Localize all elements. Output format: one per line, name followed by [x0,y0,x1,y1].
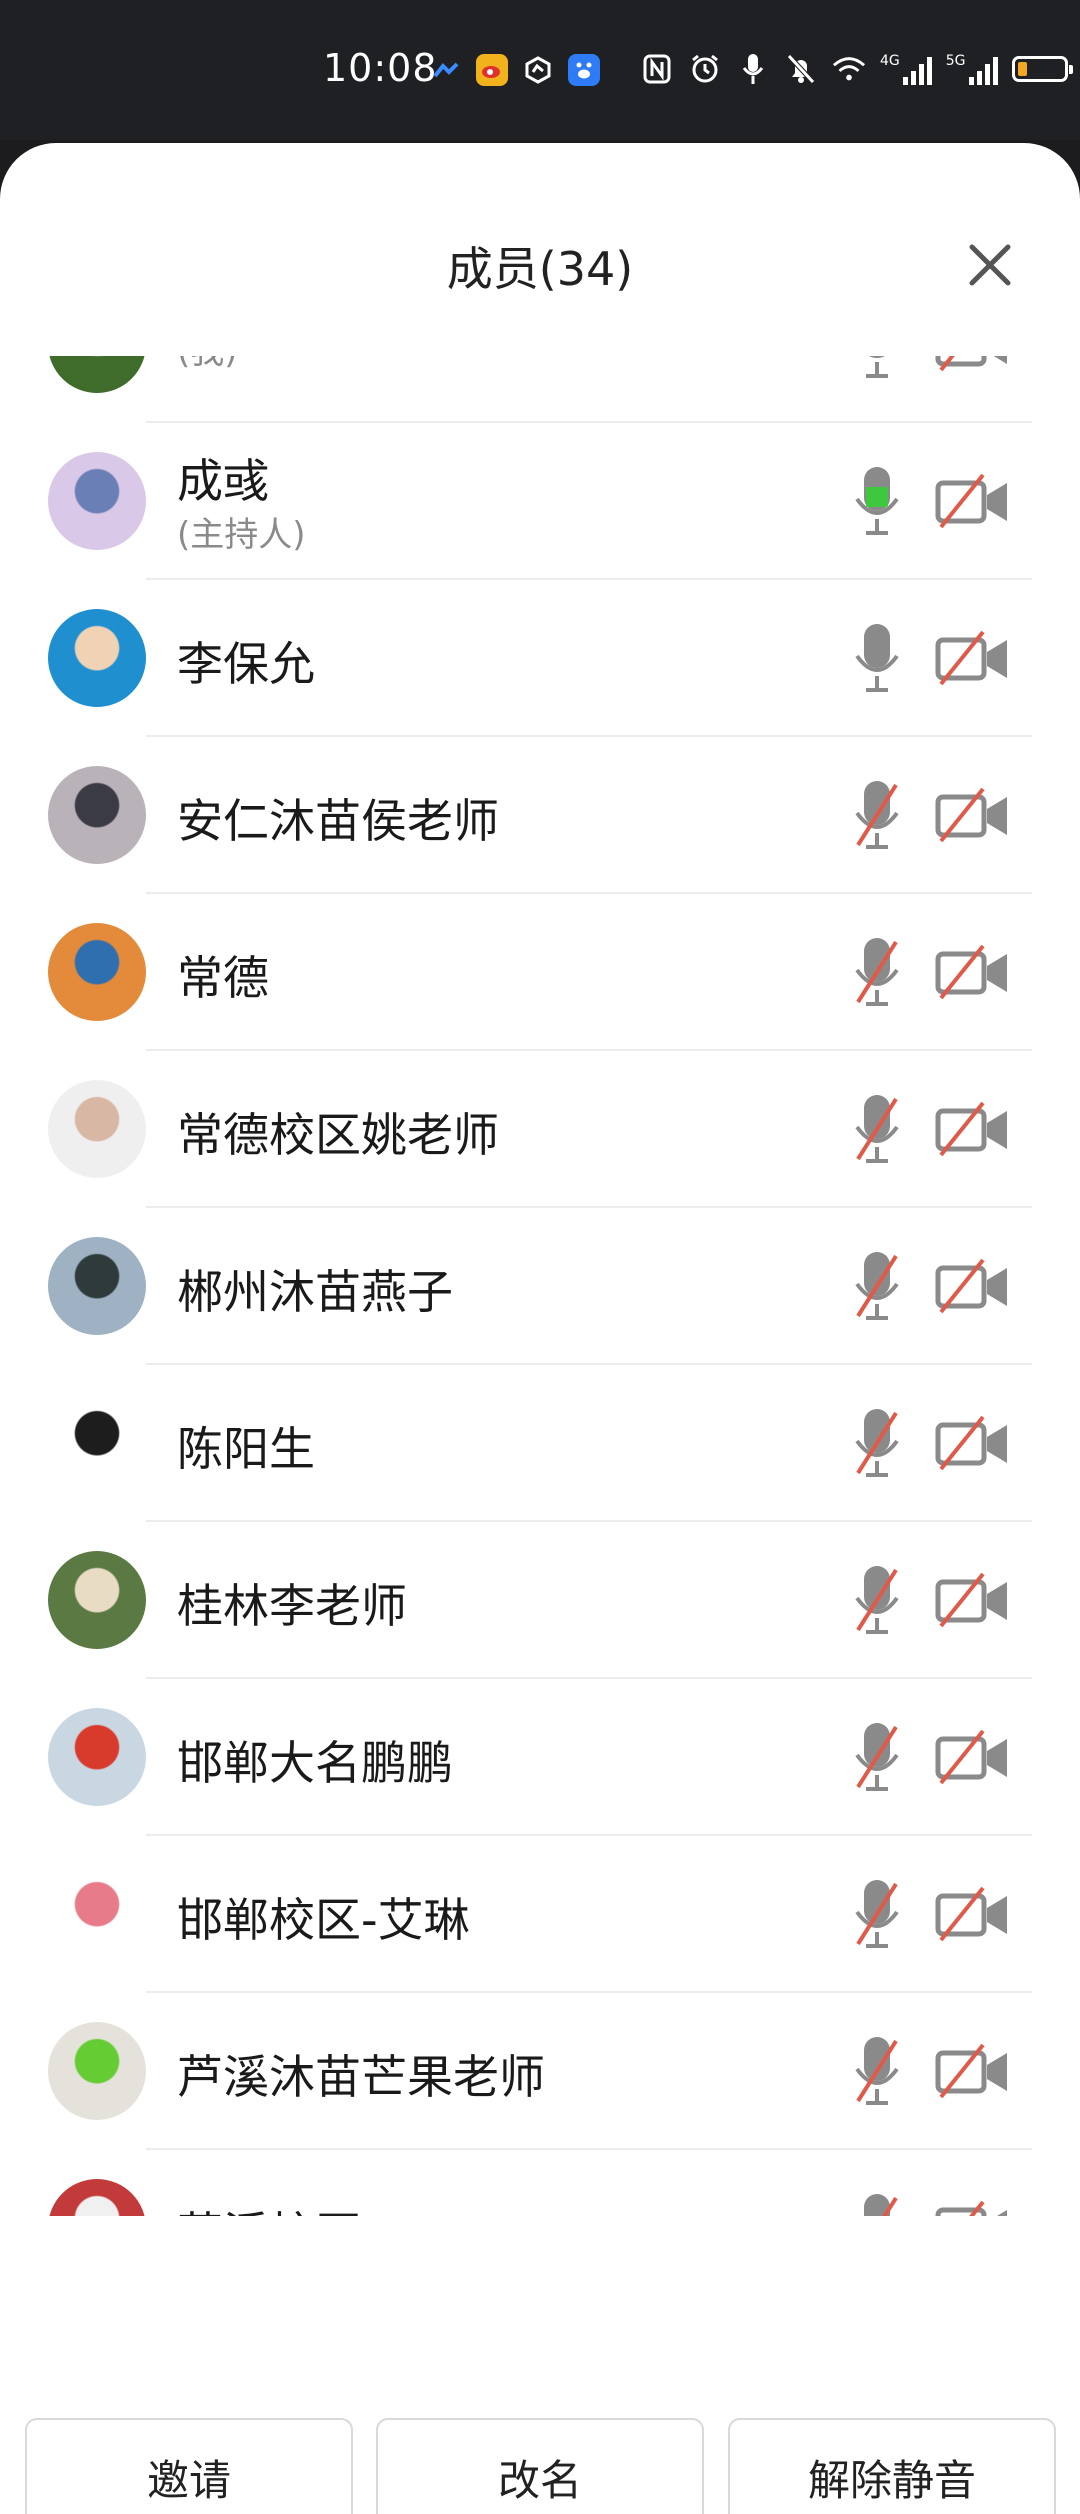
camera-off-icon[interactable] [935,356,1011,376]
status-bar: 10:08 4G 5G [0,0,1080,140]
mic-icon [736,52,770,86]
member-row[interactable]: 郴州沐苗燕子 [0,1208,1080,1365]
member-name: 芦溪沐苗芒果老师 [177,2050,545,2104]
cloud-icon [430,54,462,86]
member-name: 郴州沐苗燕子 [177,1265,453,1319]
avatar[interactable] [48,1551,146,1649]
battery-fill [1017,62,1027,76]
member-name: 陈阳生 [177,1422,315,1476]
member-name: 邯郸校区-艾琳 [177,1893,470,1947]
member-role: (主持人) [177,515,306,555]
camera-off-icon[interactable] [935,1411,1011,1475]
avatar[interactable] [48,356,146,393]
camera-off-icon[interactable] [935,1254,1011,1318]
sheet-title: 成员(34) [446,242,634,296]
avatar[interactable] [48,452,146,550]
mic-muted-icon[interactable] [852,1403,902,1483]
avatar[interactable] [48,1394,146,1492]
avatar[interactable] [48,2179,146,2216]
mic-muted-icon[interactable] [852,1246,902,1326]
member-name: 邯郸大名鹏鹏 [177,1736,453,1790]
member-list[interactable]: (我) 成彧 (主持人) 李保允安仁沐苗侯老师常德常德校区姚老师郴州沐苗燕子陈阳生桂林… [0,356,1080,2216]
mic-icon[interactable] [852,618,902,698]
mic-icon[interactable] [852,356,902,384]
status-system-icons: 4G 5G [640,52,1073,86]
member-row[interactable]: 邯郸大名鹏鹏 [0,1679,1080,1836]
status-time: 10:08 [323,46,438,90]
member-row[interactable]: 芦溪校区 [0,2150,1080,2216]
avatar[interactable] [48,923,146,1021]
camera-off-icon[interactable] [935,1568,1011,1632]
member-row[interactable]: (我) [0,356,1080,423]
mic-muted-icon[interactable] [852,775,902,855]
action-bar: 邀请 改名 解除静音 [0,2418,1080,2514]
wifi-icon [832,52,866,86]
avatar[interactable] [48,2022,146,2120]
unmute-all-button[interactable]: 解除静音 [728,2418,1056,2514]
mic-muted-icon[interactable] [852,1717,902,1797]
mic-muted-icon[interactable] [852,1560,902,1640]
camera-off-icon[interactable] [935,1882,1011,1946]
avatar[interactable] [48,766,146,864]
member-row[interactable]: 常德校区姚老师 [0,1051,1080,1208]
signal-icon: 5G [946,53,998,85]
avatar[interactable] [48,1080,146,1178]
mic-muted-icon[interactable] [852,1874,902,1954]
camera-off-icon[interactable] [935,1725,1011,1789]
status-app-icons [430,54,600,86]
app-icon [522,54,554,86]
members-sheet: 成员(34) (我) 成彧 (主持人) 李保允安仁沐苗侯老师常德常德校区姚老师郴州沐苗… [0,143,1080,2514]
member-row[interactable]: 芦溪沐苗芒果老师 [0,1993,1080,2150]
member-name: 常德 [177,951,269,1005]
member-name: 李保允 [177,637,315,691]
camera-off-icon[interactable] [935,626,1011,690]
member-row[interactable]: 桂林李老师 [0,1522,1080,1679]
mic-icon[interactable] [852,461,902,541]
member-role: (我) [177,356,238,373]
camera-off-icon[interactable] [935,2039,1011,2103]
alarm-icon [688,52,722,86]
member-name: 芦溪校区 [177,2198,361,2216]
mic-muted-icon[interactable] [852,2031,902,2111]
member-name: 成彧 [177,454,269,508]
avatar[interactable] [48,1708,146,1806]
camera-off-icon[interactable] [935,1097,1011,1161]
avatar[interactable] [48,1865,146,1963]
member-name: 常德校区姚老师 [177,1108,499,1162]
member-row[interactable]: 安仁沐苗侯老师 [0,737,1080,894]
mic-muted-icon[interactable] [852,1089,902,1169]
member-name: 桂林李老师 [177,1579,407,1633]
signal-icon: 4G [880,53,932,85]
mute-bell-icon [784,52,818,86]
close-icon[interactable] [960,235,1020,295]
camera-off-icon[interactable] [935,469,1011,533]
baidu-icon [568,54,600,86]
member-name: 安仁沐苗侯老师 [177,794,499,848]
invite-button[interactable]: 邀请 [25,2418,353,2514]
member-row[interactable]: 成彧 (主持人) [0,423,1080,580]
avatar[interactable] [48,1237,146,1335]
avatar[interactable] [48,609,146,707]
camera-off-icon[interactable] [935,940,1011,1004]
member-row[interactable]: 常德 [0,894,1080,1051]
member-row[interactable]: 邯郸校区-艾琳 [0,1836,1080,1993]
camera-off-icon[interactable] [935,783,1011,847]
member-row[interactable]: 李保允 [0,580,1080,737]
camera-off-icon[interactable] [935,2196,1011,2216]
battery-icon [1011,56,1073,82]
mic-muted-icon[interactable] [852,932,902,1012]
mic-muted-icon[interactable] [852,2188,902,2216]
member-row[interactable]: 陈阳生 [0,1365,1080,1522]
rename-button[interactable]: 改名 [376,2418,704,2514]
weibo-icon [476,54,508,86]
nfc-icon [640,52,674,86]
